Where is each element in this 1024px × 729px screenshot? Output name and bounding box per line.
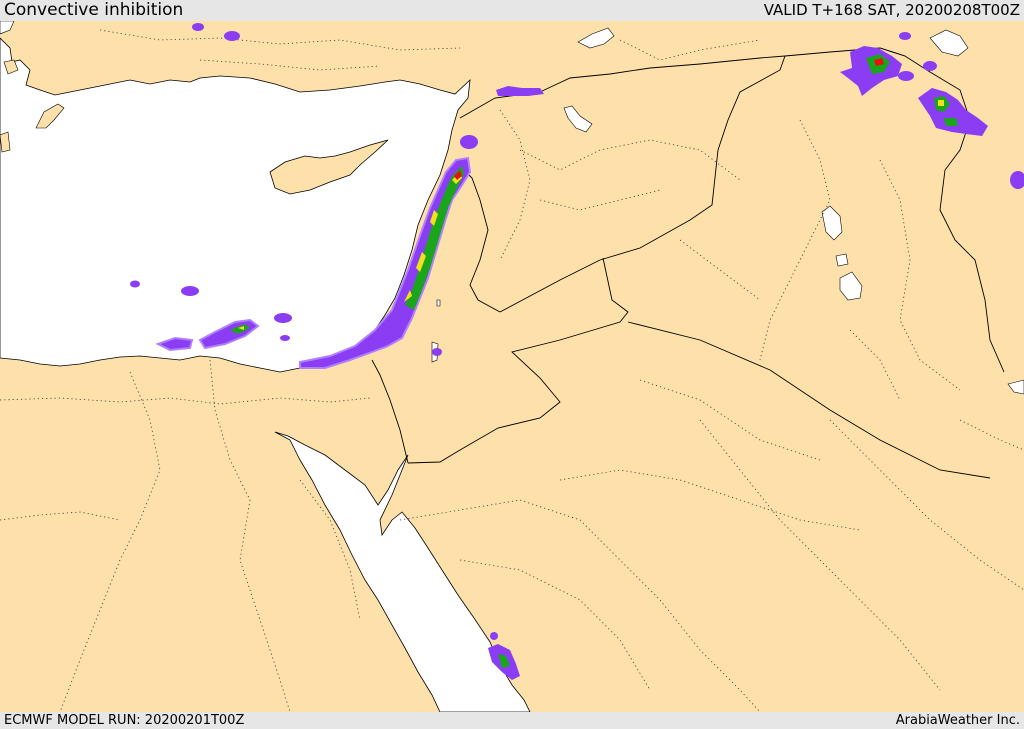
credit-label: ArabiaWeather Inc. bbox=[895, 713, 1020, 728]
map-canvas bbox=[0, 21, 1024, 712]
lake-iraq-3 bbox=[835, 253, 849, 267]
cin-blob-offshore-3 bbox=[274, 313, 292, 323]
model-run-label: ECMWF MODEL RUN: 20200201T00Z bbox=[4, 713, 245, 728]
map-title: Convective inhibition bbox=[4, 0, 184, 20]
map-product: Convective inhibition VALID T+168 SAT, 2… bbox=[0, 0, 1024, 729]
cin-blob-northeast-4 bbox=[899, 32, 911, 40]
cin-blob-lebanon-north bbox=[460, 135, 478, 149]
cin-blob-turkey-1 bbox=[192, 23, 204, 31]
cin-blob-offshore-4 bbox=[280, 335, 290, 341]
cin-blob-offshore-1 bbox=[181, 286, 199, 296]
cin-blob-jordan bbox=[432, 348, 442, 356]
valid-time: VALID T+168 SAT, 20200208T00Z bbox=[763, 1, 1020, 19]
cin-blob-red-sea-2 bbox=[490, 632, 498, 640]
cin-blob-northeast-3 bbox=[923, 61, 937, 71]
cin-blob-turkey-2 bbox=[224, 31, 240, 41]
sea-of-galilee bbox=[436, 299, 441, 307]
cin-blob-iraq-north-yellow bbox=[938, 100, 944, 106]
island-small-1 bbox=[0, 131, 11, 153]
cin-blob-northeast-2 bbox=[898, 71, 914, 81]
cin-blob-offshore-2 bbox=[130, 280, 140, 288]
